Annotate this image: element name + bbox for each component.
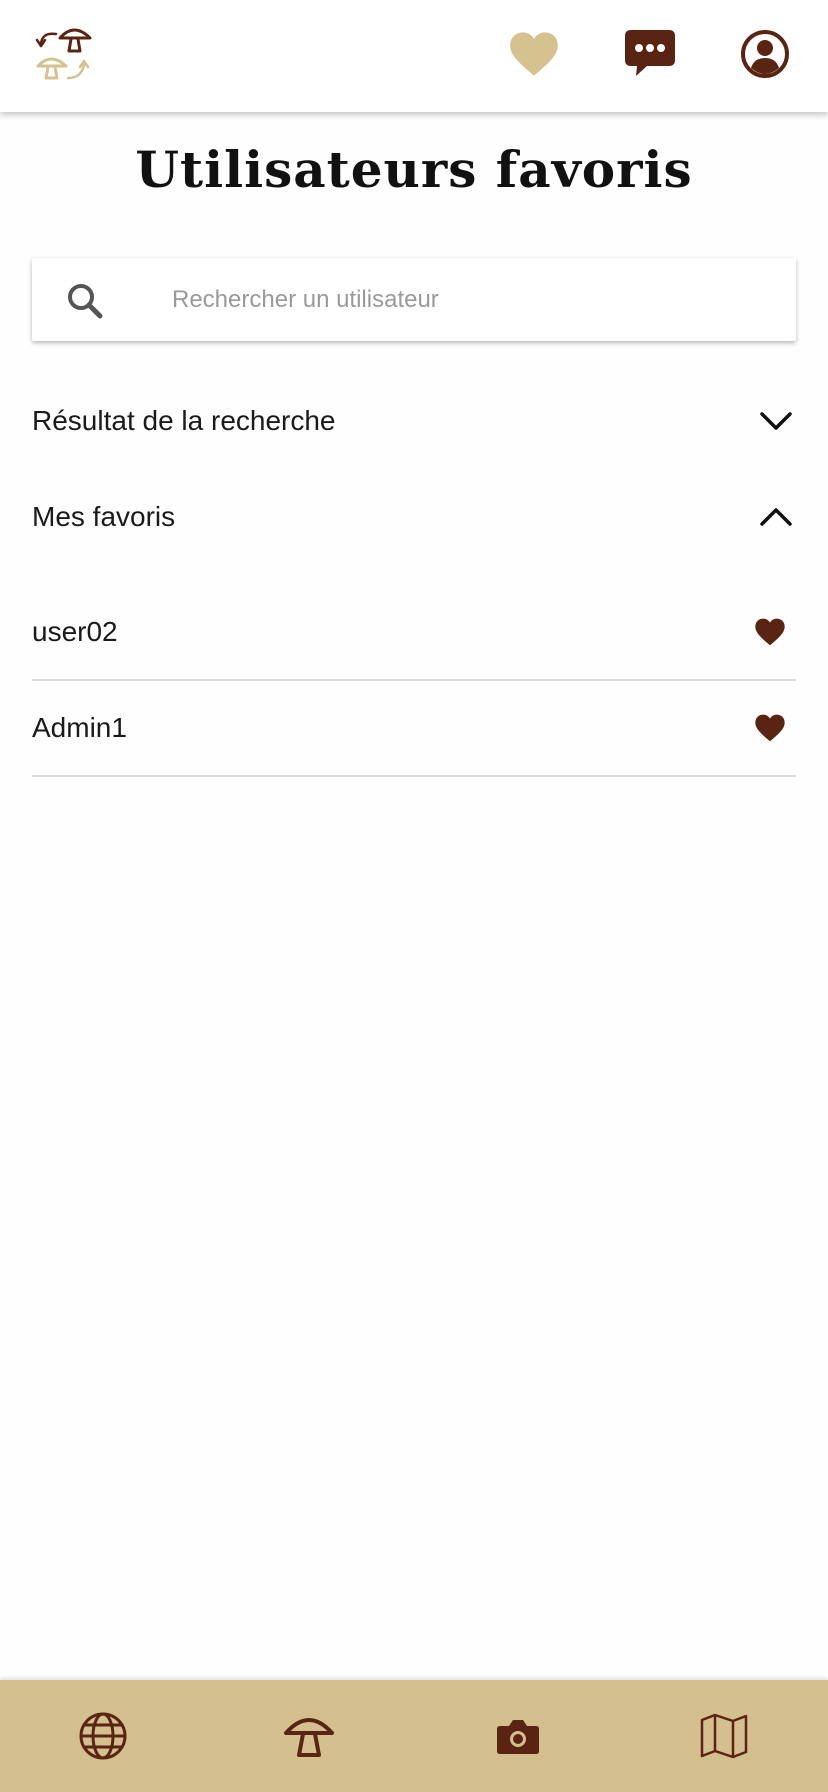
search-user-input[interactable] [172, 276, 772, 324]
user-search-box[interactable] [32, 258, 796, 341]
nav-map-icon[interactable] [694, 1706, 754, 1766]
top-app-bar [0, 0, 828, 112]
favorites-section-header[interactable]: Mes favoris [32, 487, 796, 547]
app-root: Utilisateurs favoris Résultat de la rech… [0, 0, 828, 1792]
nav-mushroom-icon[interactable] [279, 1706, 339, 1766]
favorite-user-row[interactable]: user02 [32, 585, 796, 681]
favorite-user-name: Admin1 [32, 712, 127, 743]
chevron-down-icon [760, 412, 792, 430]
search-results-section-header[interactable]: Résultat de la recherche [32, 391, 796, 451]
chat-bubble-icon[interactable] [620, 26, 680, 82]
nav-globe-icon[interactable] [73, 1706, 133, 1766]
nav-camera-icon[interactable] [488, 1706, 548, 1766]
app-logo-icon[interactable] [34, 22, 104, 88]
favorite-user-row[interactable]: Admin1 [32, 681, 796, 777]
favorite-user-name: user02 [32, 616, 118, 647]
search-icon [66, 282, 104, 320]
remove-favorite-heart-icon[interactable] [750, 708, 790, 748]
page-title: Utilisateurs favoris [135, 140, 693, 199]
favorites-section-label: Mes favoris [32, 501, 176, 532]
bottom-navigation-bar [0, 1680, 828, 1792]
remove-favorite-heart-icon[interactable] [750, 612, 790, 652]
user-profile-icon[interactable] [735, 26, 795, 82]
chevron-up-icon [760, 508, 792, 526]
search-results-section-label: Résultat de la recherche [32, 405, 336, 436]
favorites-heart-icon[interactable] [504, 26, 564, 82]
